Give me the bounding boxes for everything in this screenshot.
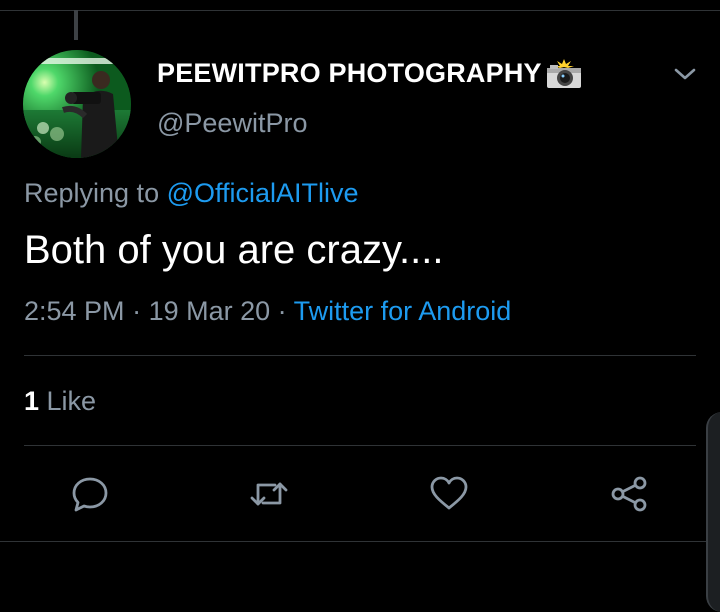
likes-label: Like — [39, 386, 97, 416]
replying-to-label: Replying to — [24, 178, 167, 208]
bottom-divider — [0, 541, 720, 542]
avatar[interactable] — [23, 50, 131, 158]
heart-icon[interactable] — [429, 474, 469, 514]
divider — [24, 445, 696, 446]
retweet-icon[interactable] — [249, 474, 289, 514]
thread-connector-line — [74, 10, 78, 40]
avatar-photo — [23, 50, 131, 158]
replying-to-line: Replying to @OfficialAITlive — [24, 178, 359, 209]
tweet-text: Both of you are crazy.... — [24, 228, 444, 272]
display-name[interactable]: PEEWITPRO PHOTOGRAPHY — [157, 58, 582, 89]
comment-icon[interactable] — [70, 474, 110, 514]
likes-count: 1 — [24, 386, 40, 416]
meta-separator: · — [270, 296, 294, 326]
tweet-source-link[interactable]: Twitter for Android — [294, 296, 512, 326]
tweet-meta: 2:54 PM · 19 Mar 20 · Twitter for Androi… — [24, 296, 511, 327]
chevron-down-icon[interactable] — [672, 64, 698, 84]
scrollbar-handle[interactable] — [706, 412, 720, 612]
tweet-date: 19 Mar 20 — [148, 296, 271, 326]
likes-summary[interactable]: 1 Like — [24, 386, 96, 417]
top-divider — [0, 10, 720, 11]
display-name-text: PEEWITPRO PHOTOGRAPHY — [157, 58, 542, 88]
meta-separator: · — [124, 296, 149, 326]
tweet-time: 2:54 PM — [24, 296, 125, 326]
divider — [24, 355, 696, 356]
user-handle[interactable]: @PeewitPro — [157, 108, 307, 139]
replying-to-mention-link[interactable]: @OfficialAITlive — [167, 178, 359, 208]
share-icon[interactable] — [609, 474, 649, 514]
camera-with-flash-icon — [546, 58, 581, 88]
